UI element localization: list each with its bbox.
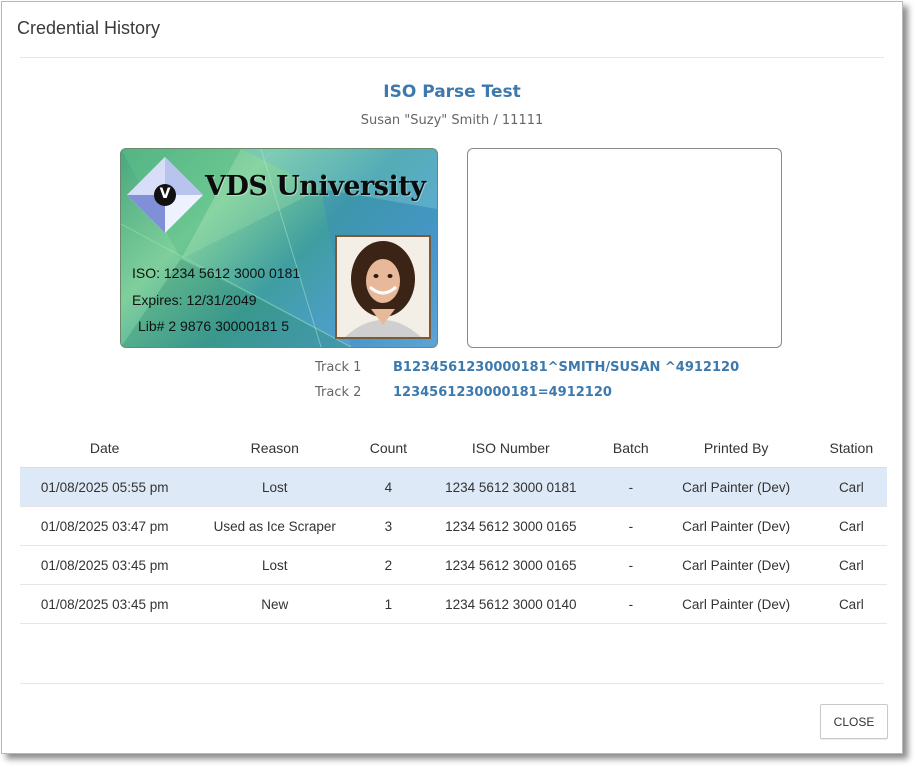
header-divider <box>20 57 884 58</box>
cell-station: Carl <box>815 545 887 585</box>
cell-printed-by: Carl Painter (Dev) <box>656 506 816 546</box>
cell-reason: Lost <box>189 545 361 585</box>
credential-history-dialog: Credential History ISO Parse Test Susan … <box>1 1 903 754</box>
cell-reason: Lost <box>189 467 361 507</box>
cell-iso-number: 1234 5612 3000 0140 <box>416 584 606 624</box>
column-header-reason[interactable]: Reason <box>189 428 361 468</box>
cell-iso-number: 1234 5612 3000 0165 <box>416 545 606 585</box>
cell-batch: - <box>605 506 657 546</box>
cell-iso-number: 1234 5612 3000 0165 <box>416 506 606 546</box>
cell-iso-number: 1234 5612 3000 0181 <box>416 467 606 507</box>
track-label: Track 2 <box>315 385 362 400</box>
track-label: Track 1 <box>315 360 362 375</box>
credential-heading: ISO Parse Test <box>383 82 521 102</box>
column-header-date[interactable]: Date <box>20 428 190 468</box>
table-row[interactable]: 01/08/2025 03:47 pm Used as Ice Scraper … <box>20 506 887 546</box>
cell-station: Carl <box>815 584 887 624</box>
cell-date: 01/08/2025 05:55 pm <box>20 467 190 507</box>
footer-divider <box>20 683 884 684</box>
cell-station: Carl <box>815 467 887 507</box>
credential-history-table: Date Reason Count ISO Number Batch Print… <box>20 428 887 624</box>
cell-count: 1 <box>360 584 417 624</box>
cell-printed-by: Carl Painter (Dev) <box>656 545 816 585</box>
cell-reason: New <box>189 584 361 624</box>
cell-batch: - <box>605 467 657 507</box>
table-row[interactable]: 01/08/2025 05:55 pm Lost 4 1234 5612 300… <box>20 467 887 507</box>
column-header-printed-by[interactable]: Printed By <box>656 428 816 468</box>
cell-printed-by: Carl Painter (Dev) <box>656 584 816 624</box>
card-iso-text: ISO: 1234 5612 3000 0181 <box>132 265 301 281</box>
cell-date: 01/08/2025 03:47 pm <box>20 506 190 546</box>
cell-count: 2 <box>360 545 417 585</box>
cell-batch: - <box>605 584 657 624</box>
cell-printed-by: Carl Painter (Dev) <box>656 467 816 507</box>
column-header-iso-number[interactable]: ISO Number <box>416 428 606 468</box>
table-row[interactable]: 01/08/2025 03:45 pm New 1 1234 5612 3000… <box>20 584 887 624</box>
card-expires-text: Expires: 12/31/2049 <box>132 292 257 308</box>
column-header-station[interactable]: Station <box>815 428 887 468</box>
cell-count: 4 <box>360 467 417 507</box>
card-university-name: VDS University <box>205 171 426 202</box>
logo-letter: V <box>159 186 171 202</box>
card-front-image: V VDS University ISO: 1234 5612 3000 018… <box>120 148 438 348</box>
track-value: 1234561230000181=4912120 <box>393 385 612 400</box>
card-back-image <box>467 148 782 348</box>
cell-reason: Used as Ice Scraper <box>189 506 361 546</box>
cardholder-name: Susan "Suzy" Smith / 11111 <box>360 113 544 128</box>
table-row[interactable]: 01/08/2025 03:45 pm Lost 2 1234 5612 300… <box>20 545 887 585</box>
table-header-row: Date Reason Count ISO Number Batch Print… <box>20 428 887 468</box>
track-value: B1234561230000181^SMITH/SUSAN ^4912120 <box>393 360 740 375</box>
column-header-batch[interactable]: Batch <box>605 428 657 468</box>
cell-count: 3 <box>360 506 417 546</box>
cell-date: 01/08/2025 03:45 pm <box>20 584 190 624</box>
close-button[interactable]: CLOSE <box>820 704 888 739</box>
dialog-title: Credential History <box>17 18 161 38</box>
cell-date: 01/08/2025 03:45 pm <box>20 545 190 585</box>
cell-batch: - <box>605 545 657 585</box>
card-lib-text: Lib# 2 9876 30000181 5 <box>138 318 290 334</box>
cell-station: Carl <box>815 506 887 546</box>
cardholder-photo <box>335 235 431 339</box>
column-header-count[interactable]: Count <box>360 428 417 468</box>
